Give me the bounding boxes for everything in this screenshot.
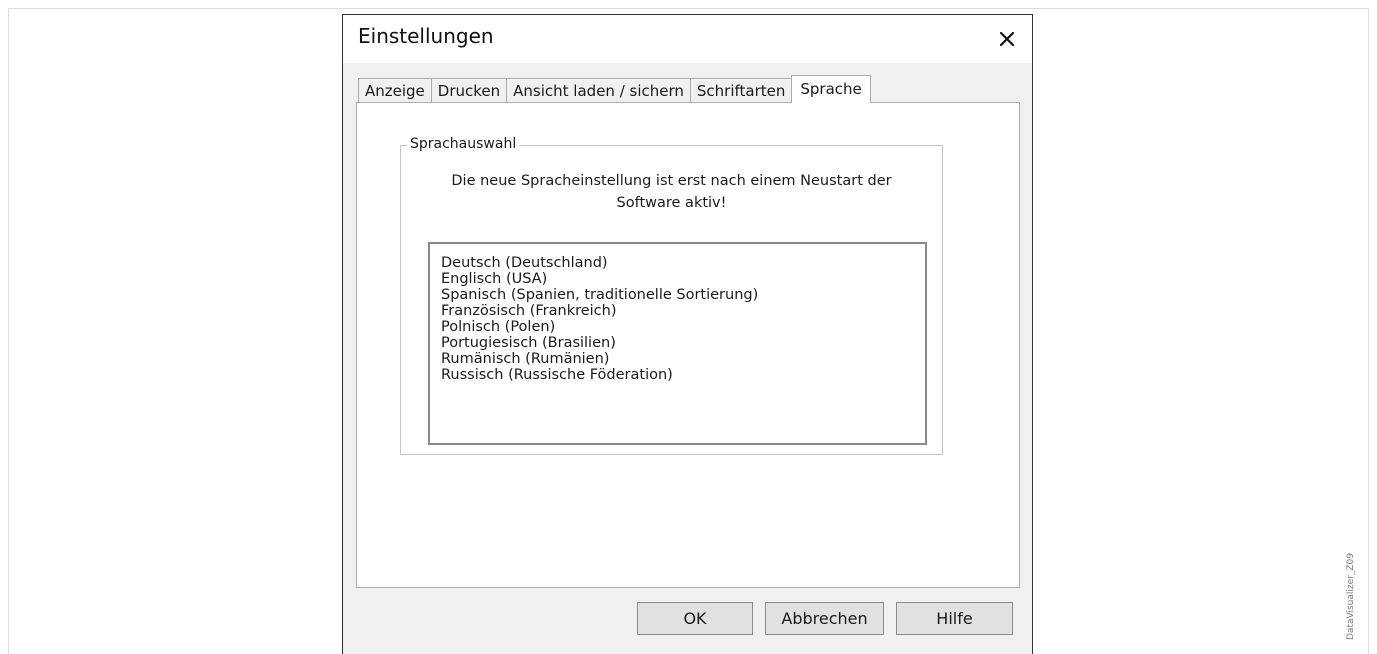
- language-list[interactable]: Deutsch (Deutschland) Englisch (USA) Spa…: [428, 242, 927, 445]
- tab-sprache[interactable]: Sprache: [791, 75, 871, 103]
- help-button[interactable]: Hilfe: [896, 602, 1013, 635]
- cancel-button[interactable]: Abbrechen: [765, 602, 884, 635]
- list-item-franzoesisch[interactable]: Französisch (Frankreich): [441, 303, 925, 319]
- list-item-rumaenisch[interactable]: Rumänisch (Rumänien): [441, 351, 925, 367]
- close-button[interactable]: [992, 24, 1022, 54]
- language-groupbox: Sprachauswahl Die neue Spracheinstellung…: [400, 136, 943, 455]
- restart-notice: Die neue Spracheinstellung ist erst nach…: [401, 170, 942, 214]
- notice-line-1: Die neue Spracheinstellung ist erst nach…: [451, 173, 892, 189]
- list-item-polnisch[interactable]: Polnisch (Polen): [441, 319, 925, 335]
- close-icon: [999, 31, 1015, 47]
- list-item-russisch[interactable]: Russisch (Russische Föderation): [441, 367, 925, 383]
- tab-bar: Anzeige Drucken Ansicht laden / sichern …: [358, 75, 871, 103]
- title-bar: Einstellungen: [343, 15, 1032, 63]
- notice-line-2: Software aktiv!: [616, 195, 727, 211]
- groupbox-legend: Sprachauswahl: [407, 136, 520, 152]
- dialog-title: Einstellungen: [358, 24, 494, 48]
- ok-button[interactable]: OK: [637, 602, 753, 635]
- list-item-englisch[interactable]: Englisch (USA): [441, 271, 925, 287]
- list-item-deutsch[interactable]: Deutsch (Deutschland): [441, 255, 925, 271]
- tab-ansicht-laden-sichern[interactable]: Ansicht laden / sichern: [506, 78, 691, 103]
- list-item-portugiesisch[interactable]: Portugiesisch (Brasilien): [441, 335, 925, 351]
- list-item-spanisch[interactable]: Spanisch (Spanien, traditionelle Sortier…: [441, 287, 925, 303]
- figure-caption: DataVisualizer_Z09: [1346, 553, 1356, 640]
- tab-schriftarten[interactable]: Schriftarten: [689, 78, 793, 103]
- tab-anzeige[interactable]: Anzeige: [358, 78, 432, 103]
- tab-drucken[interactable]: Drucken: [430, 78, 508, 103]
- settings-dialog: Einstellungen Anzeige Drucken Ansicht la…: [342, 14, 1033, 654]
- tab-panel-sprache: Sprachauswahl Die neue Spracheinstellung…: [356, 102, 1020, 588]
